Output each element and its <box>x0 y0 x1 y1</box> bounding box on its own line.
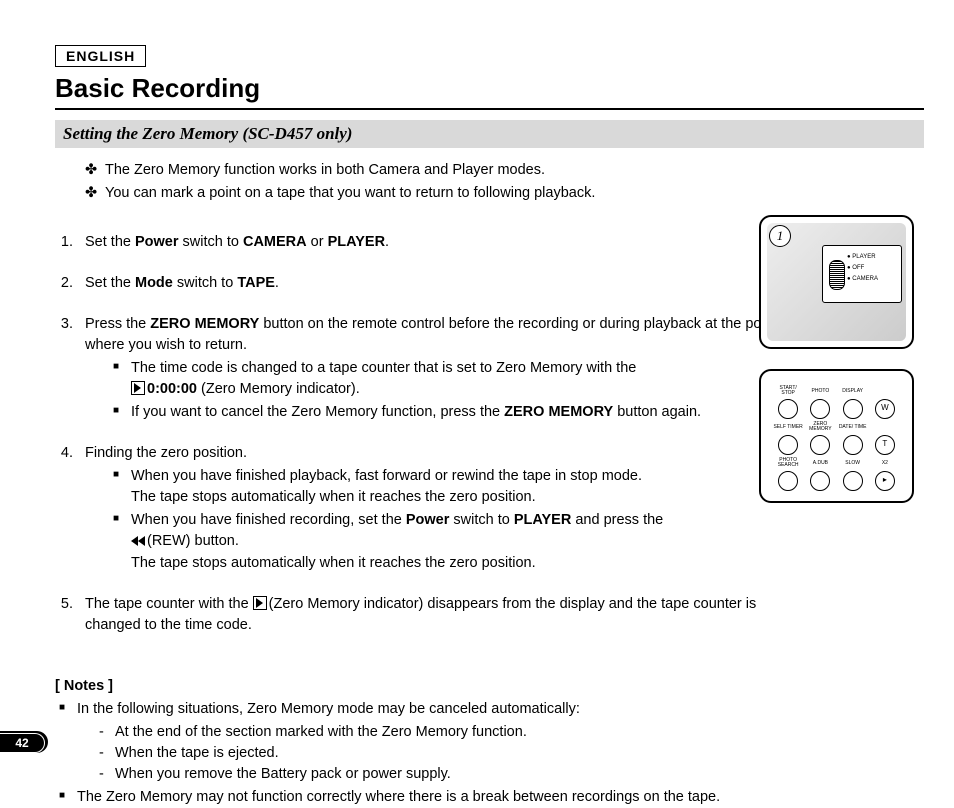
remote-btn: ZERO MEMORY <box>805 421 835 455</box>
switch-option: ● OFF <box>847 263 898 274</box>
remote-btn: SLOW <box>838 457 868 491</box>
note-2: The Zero Memory may not function correct… <box>55 787 924 808</box>
step-4-sub-2: When you have finished recording, set th… <box>113 510 787 574</box>
note-1-dash: When the tape is ejected. <box>99 743 924 764</box>
figures-column: 1 ● PLAYER ● OFF ● CAMERA START/ STOP PH… <box>759 215 914 523</box>
remote-btn: START/ STOP <box>773 385 803 419</box>
rewind-icon <box>131 532 145 553</box>
remote-btn: DATE/ TIME <box>838 421 868 455</box>
section-subtitle: Setting the Zero Memory (SC-D457 only) <box>55 120 924 148</box>
step-5: The tape counter with the (Zero Memory i… <box>77 594 787 636</box>
page-number: 42 <box>0 733 45 753</box>
play-box-icon <box>253 596 267 610</box>
remote-btn: A.DUB <box>805 457 835 491</box>
remote-btn: SELF TIMER <box>773 421 803 455</box>
note-1: In the following situations, Zero Memory… <box>55 699 924 785</box>
intro-line: The Zero Memory function works in both C… <box>105 160 545 181</box>
figure-power-switch: 1 ● PLAYER ● OFF ● CAMERA <box>759 215 914 349</box>
step-1: Set the Power switch to CAMERA or PLAYER… <box>77 232 787 253</box>
cross-bullet-icon: ✤ <box>85 160 105 181</box>
play-box-icon <box>131 381 145 395</box>
language-label: ENGLISH <box>55 45 146 67</box>
step-3: Press the ZERO MEMORY button on the remo… <box>77 314 787 423</box>
remote-btn: W <box>870 385 900 419</box>
figure-remote: START/ STOP PHOTO DISPLAY W SELF TIMER Z… <box>759 369 914 503</box>
intro-line: You can mark a point on a tape that you … <box>105 183 595 204</box>
step-4: Finding the zero position. When you have… <box>77 443 787 574</box>
power-switch-plate: ● PLAYER ● OFF ● CAMERA <box>822 245 902 303</box>
step-2: Set the Mode switch to TAPE. <box>77 273 787 294</box>
step-3-sub-2: If you want to cancel the Zero Memory fu… <box>113 402 787 423</box>
remote-btn: T <box>870 421 900 455</box>
remote-btn: PHOTO <box>805 385 835 419</box>
page-title: Basic Recording <box>55 73 924 110</box>
step-5-text-a: The tape counter with the <box>85 596 253 612</box>
step-3-sub-1: The time code is changed to a tape count… <box>113 358 787 400</box>
cross-bullet-icon: ✤ <box>85 183 105 204</box>
power-switch-knob <box>829 260 845 290</box>
step-4-sub-1: When you have finished playback, fast fo… <box>113 466 787 508</box>
steps-list: Set the Power switch to CAMERA or PLAYER… <box>55 232 787 636</box>
remote-btn: X2▸ <box>870 457 900 491</box>
switch-option: ● CAMERA <box>847 274 898 285</box>
note-1-dash: When you remove the Battery pack or powe… <box>99 764 924 785</box>
remote-btn: DISPLAY <box>838 385 868 419</box>
note-1-dash: At the end of the section marked with th… <box>99 722 924 743</box>
notes-list: In the following situations, Zero Memory… <box>55 699 924 808</box>
page-number-badge: 42 <box>0 731 48 753</box>
callout-number: 1 <box>769 225 791 247</box>
switch-option: ● PLAYER <box>847 252 898 263</box>
notes-heading: [ Notes ] <box>55 676 924 697</box>
remote-btn: PHOTO SEARCH <box>773 457 803 491</box>
intro-block: ✤The Zero Memory function works in both … <box>85 160 924 204</box>
